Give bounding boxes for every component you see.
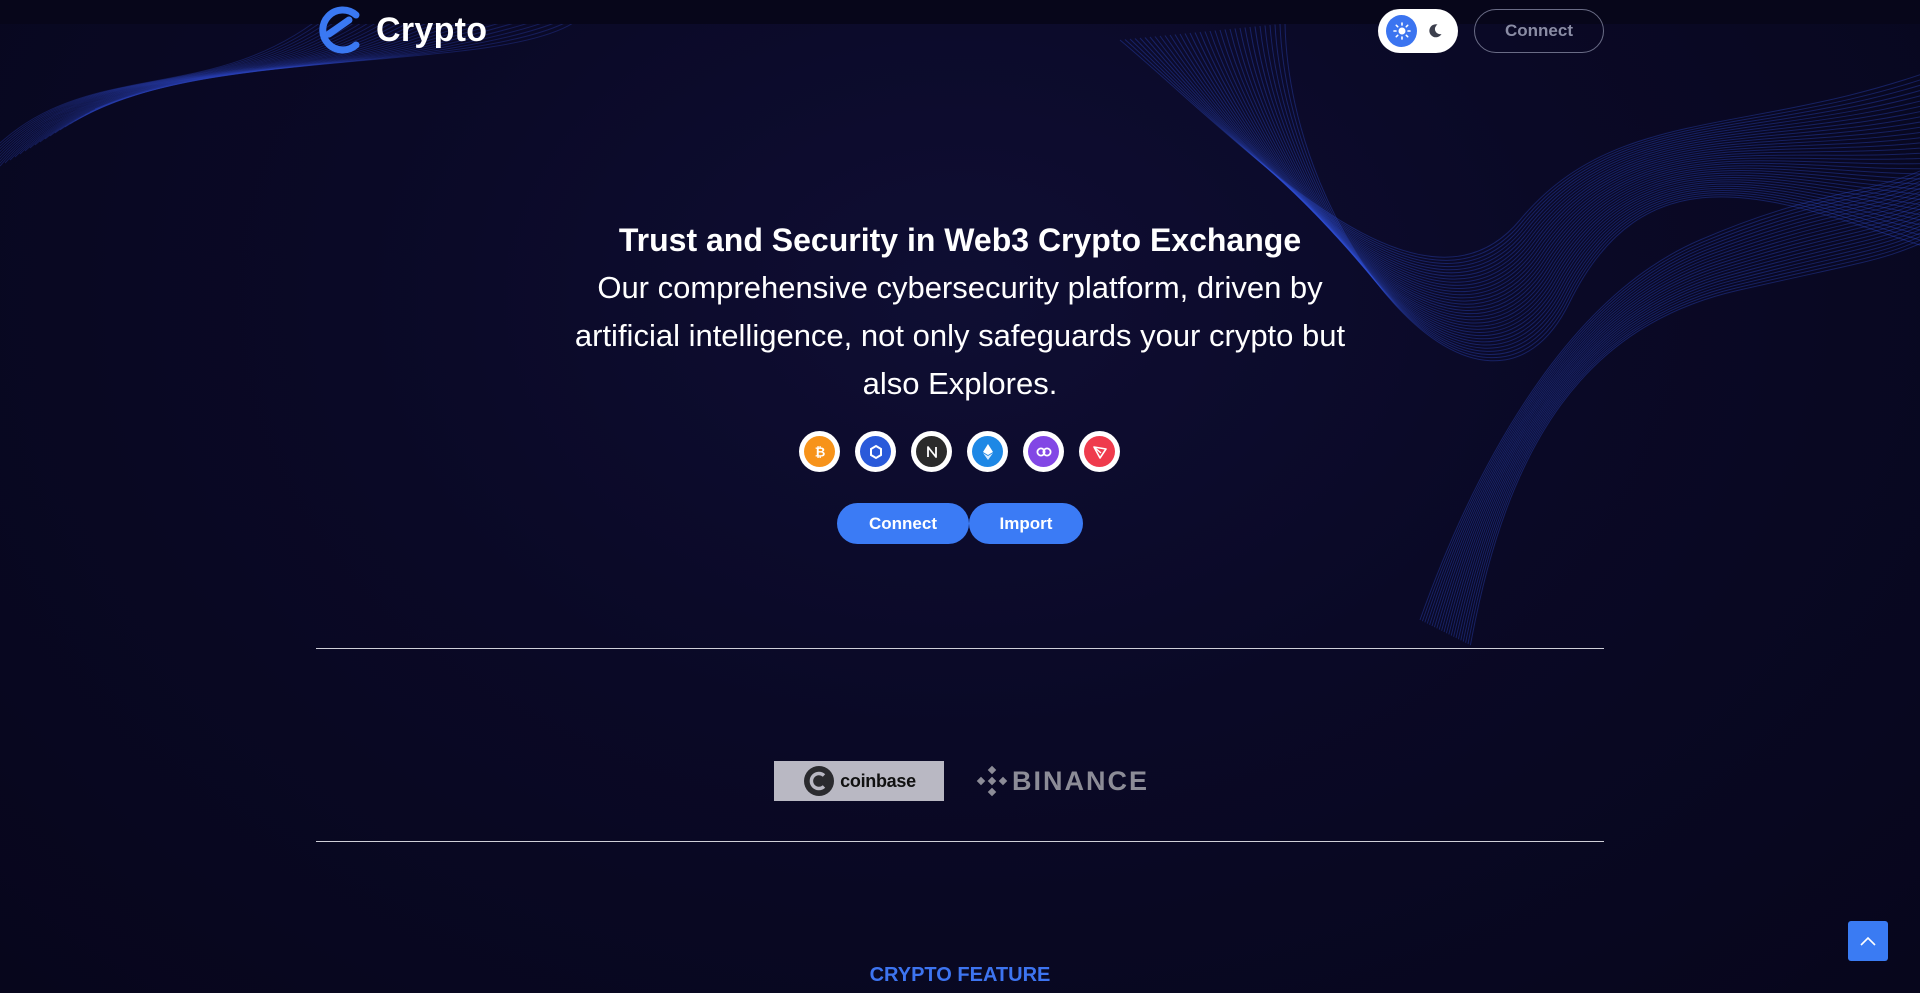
polygon-icon <box>1028 436 1059 467</box>
partner-logos: coinbase BINANCE <box>774 761 1149 801</box>
coinbase-logo[interactable]: coinbase <box>774 761 944 801</box>
hero-subtitle: Our comprehensive cybersecurity platform… <box>574 270 1346 401</box>
coin-list: ₿ <box>799 431 1120 472</box>
scroll-to-top-button[interactable] <box>1848 921 1888 961</box>
divider-bottom <box>316 841 1604 842</box>
header-connect-button[interactable]: Connect <box>1474 9 1604 53</box>
wave-background <box>0 0 1920 646</box>
sun-icon[interactable] <box>1386 15 1417 47</box>
bitcoin-coin: ₿ <box>799 431 840 472</box>
near-coin <box>911 431 952 472</box>
near-icon <box>916 436 947 467</box>
binance-icon <box>976 765 1008 797</box>
chevron-up-icon <box>1860 936 1876 946</box>
ethereum-coin <box>967 431 1008 472</box>
moon-icon[interactable] <box>1419 15 1450 47</box>
section-label: CRYPTO FEATURE <box>869 964 1051 986</box>
ethereum-icon <box>972 436 1003 467</box>
chainlink-coin <box>855 431 896 472</box>
header: Crypto Connect <box>316 6 1604 56</box>
tron-icon <box>1084 436 1115 467</box>
logo[interactable]: Crypto <box>316 6 487 54</box>
polygon-coin <box>1023 431 1064 472</box>
hero: Trust and Security in Web3 Crypto Exchan… <box>560 218 1360 408</box>
logo-text: Crypto <box>376 10 488 49</box>
chainlink-icon <box>860 436 891 467</box>
binance-logo[interactable]: BINANCE <box>976 765 1149 797</box>
coinbase-icon <box>804 766 835 796</box>
coinbase-text: coinbase <box>840 770 916 791</box>
hero-title: Trust and Security in Web3 Crypto Exchan… <box>618 222 1302 258</box>
svg-text:₿: ₿ <box>814 444 825 459</box>
theme-toggle[interactable] <box>1378 9 1458 53</box>
page: Crypto Connect Trust and Security in Web… <box>0 0 1920 993</box>
connect-button[interactable]: Connect <box>837 503 969 544</box>
hero-buttons: Connect Import <box>837 503 1083 544</box>
import-button[interactable]: Import <box>969 503 1083 544</box>
tron-coin <box>1079 431 1120 472</box>
logo-icon <box>319 6 360 54</box>
bitcoin-icon: ₿ <box>804 436 835 467</box>
binance-text: BINANCE <box>1012 765 1150 796</box>
divider-top <box>316 648 1604 649</box>
